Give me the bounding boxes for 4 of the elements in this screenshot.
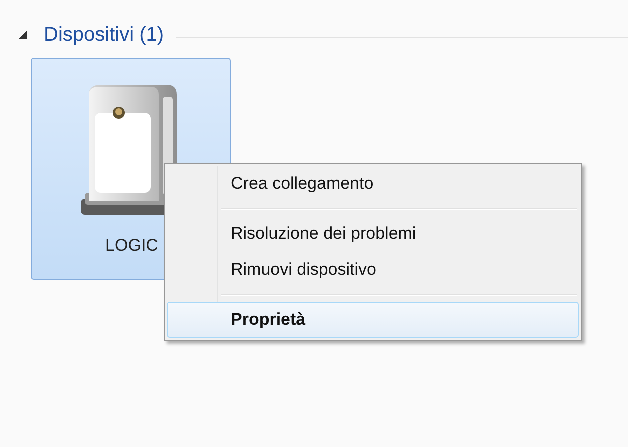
collapse-triangle-icon[interactable] (18, 30, 28, 40)
device-label: LOGIC (104, 235, 158, 257)
group-title: Dispositivi (1) (44, 23, 164, 48)
menu-item[interactable]: Proprietà (167, 302, 579, 338)
